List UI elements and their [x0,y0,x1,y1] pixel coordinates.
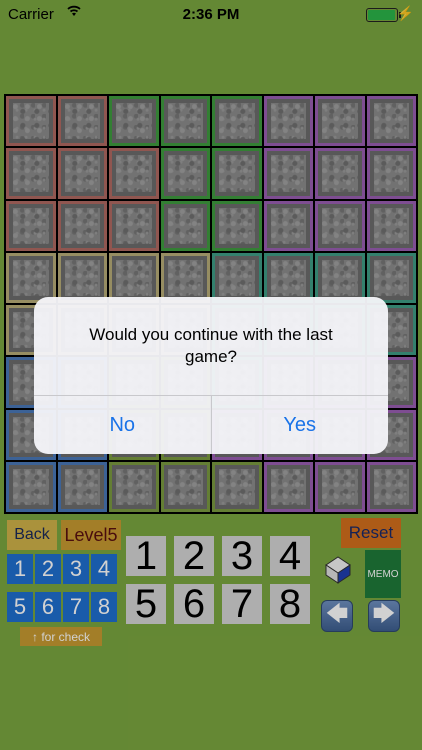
yes-button[interactable]: Yes [212,396,389,454]
continue-dialog: Would you continue with the last game? N… [34,297,388,454]
modal-overlay: Would you continue with the last game? N… [0,0,422,750]
dialog-actions: No Yes [34,395,388,454]
no-button[interactable]: No [34,396,212,454]
dialog-message: Would you continue with the last game? [89,325,333,366]
